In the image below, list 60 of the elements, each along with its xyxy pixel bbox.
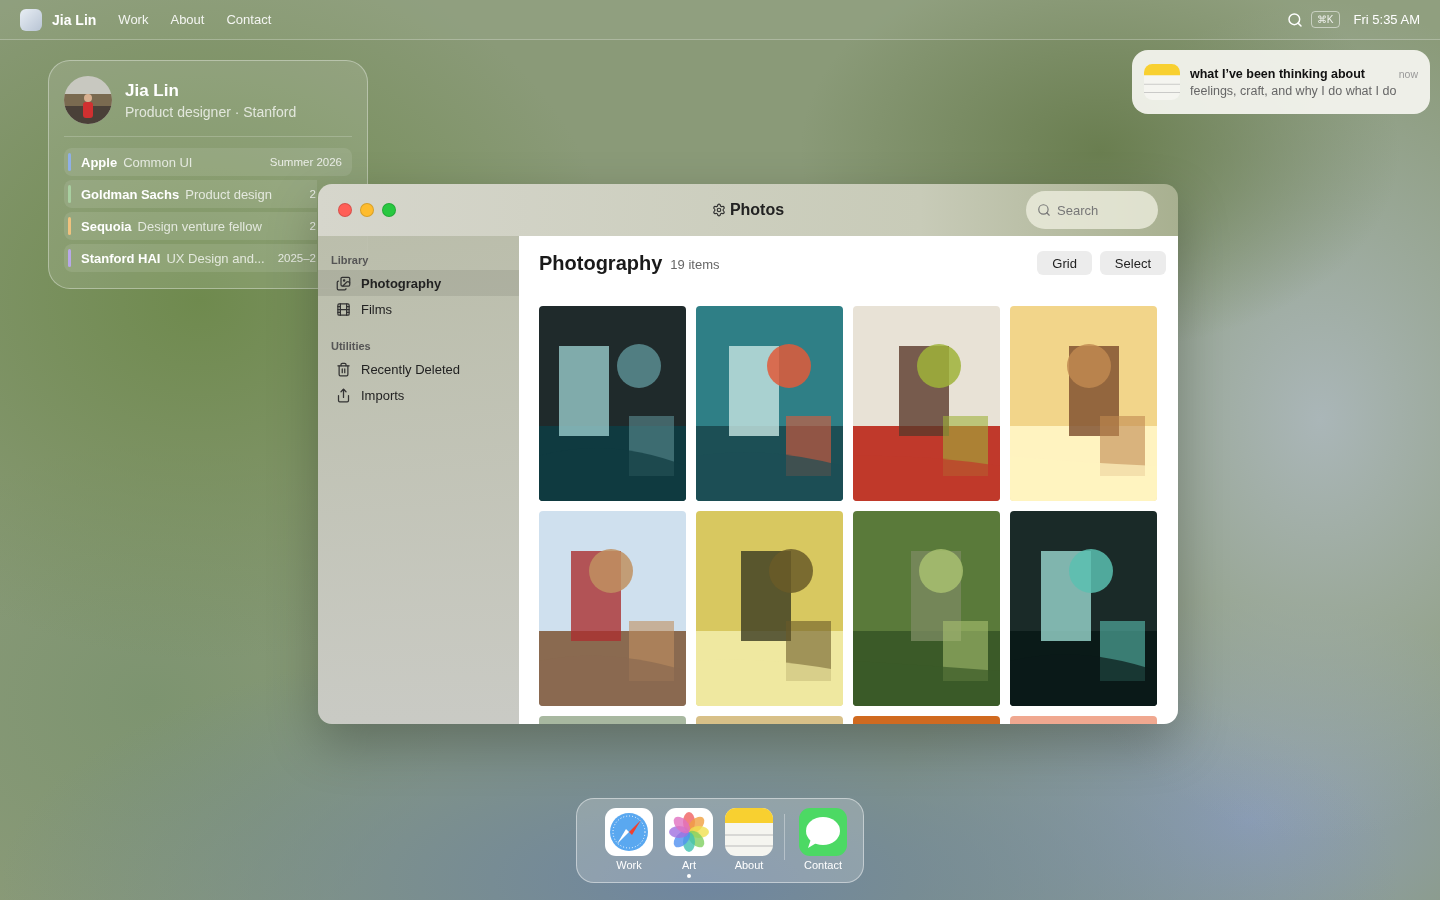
date-text: Summer 2026 bbox=[269, 156, 342, 168]
notes-icon bbox=[1144, 64, 1180, 100]
section-heading: Library bbox=[330, 253, 370, 268]
role-text: UX Design and... bbox=[166, 250, 265, 266]
dock-item[interactable]: Contact bbox=[793, 808, 853, 871]
clock: Fri 5:35 AM bbox=[1353, 12, 1420, 27]
experience-row[interactable]: Sequoia Design venture fellow 2 bbox=[64, 212, 317, 240]
toolbar-button[interactable]: Grid bbox=[1037, 251, 1092, 275]
brand-name[interactable]: Jia Lin bbox=[52, 11, 97, 28]
notification[interactable]: what I’ve been thinking about now feelings, craft, and why I do what I do bbox=[1132, 50, 1430, 114]
minimize-button[interactable] bbox=[360, 203, 374, 217]
close-button[interactable] bbox=[338, 203, 352, 217]
compass-icon[interactable] bbox=[605, 808, 653, 856]
notes-icon[interactable] bbox=[725, 808, 773, 856]
settings-icon bbox=[711, 203, 726, 217]
profile-name: Jia Lin bbox=[125, 80, 180, 101]
menu-link[interactable]: Work bbox=[118, 12, 149, 27]
message-icon[interactable] bbox=[799, 808, 847, 856]
trash-icon bbox=[336, 361, 351, 377]
album-title: Photography bbox=[539, 251, 663, 275]
app-logo-icon[interactable] bbox=[20, 8, 42, 31]
date-text: 2 bbox=[309, 188, 316, 200]
menu-link[interactable]: About bbox=[170, 12, 205, 27]
company-name: Apple bbox=[81, 154, 118, 170]
company-name: Stanford HAI bbox=[81, 250, 161, 266]
dock-item[interactable]: Work bbox=[599, 808, 659, 871]
section-heading: Utilities bbox=[330, 339, 372, 354]
date-text: 2025–2 bbox=[277, 252, 316, 264]
share-icon bbox=[336, 387, 351, 403]
search-field[interactable]: Search bbox=[1026, 191, 1158, 229]
flower-icon[interactable] bbox=[665, 808, 713, 856]
sidebar-item[interactable]: Films bbox=[318, 296, 519, 322]
profile-subtitle: Product designer · Stanford bbox=[125, 103, 297, 120]
experience-row[interactable]: Stanford HAI UX Design and... 2025–2 bbox=[64, 244, 317, 272]
menu-link[interactable]: Contact bbox=[226, 12, 272, 27]
notification-time: now bbox=[1398, 67, 1418, 80]
search-icon[interactable] bbox=[1286, 11, 1303, 28]
search-icon bbox=[1037, 203, 1051, 217]
notification-body: feelings, craft, and why I do what I do bbox=[1190, 83, 1398, 98]
film-icon bbox=[336, 301, 351, 317]
notification-title: what I’ve been thinking about bbox=[1190, 66, 1365, 81]
item-count: 19 items bbox=[670, 256, 720, 272]
company-name: Sequoia bbox=[81, 218, 132, 234]
photos-icon bbox=[336, 275, 351, 291]
role-text: Design venture fellow bbox=[137, 218, 262, 234]
date-text: 2 bbox=[309, 220, 316, 232]
experience-row[interactable]: Apple Common UI Summer 2026 bbox=[64, 148, 352, 176]
company-name: Goldman Sachs bbox=[81, 186, 180, 202]
toolbar-button[interactable]: Select bbox=[1099, 251, 1166, 275]
role-text: Common UI bbox=[123, 154, 193, 170]
dock-item[interactable]: About bbox=[719, 808, 779, 871]
sidebar-item[interactable]: Recently Deleted bbox=[318, 356, 519, 382]
dock-item[interactable]: Art bbox=[659, 808, 719, 878]
shortcut-hint: ⌘K bbox=[1310, 11, 1340, 28]
sidebar-item[interactable]: Photography bbox=[318, 270, 519, 296]
window-title: Photos bbox=[729, 201, 785, 219]
experience-row[interactable]: Goldman Sachs Product design 2 bbox=[64, 180, 317, 208]
sidebar-item[interactable]: Imports bbox=[318, 382, 519, 408]
maximize-button[interactable] bbox=[382, 203, 396, 217]
role-text: Product design bbox=[185, 186, 272, 202]
